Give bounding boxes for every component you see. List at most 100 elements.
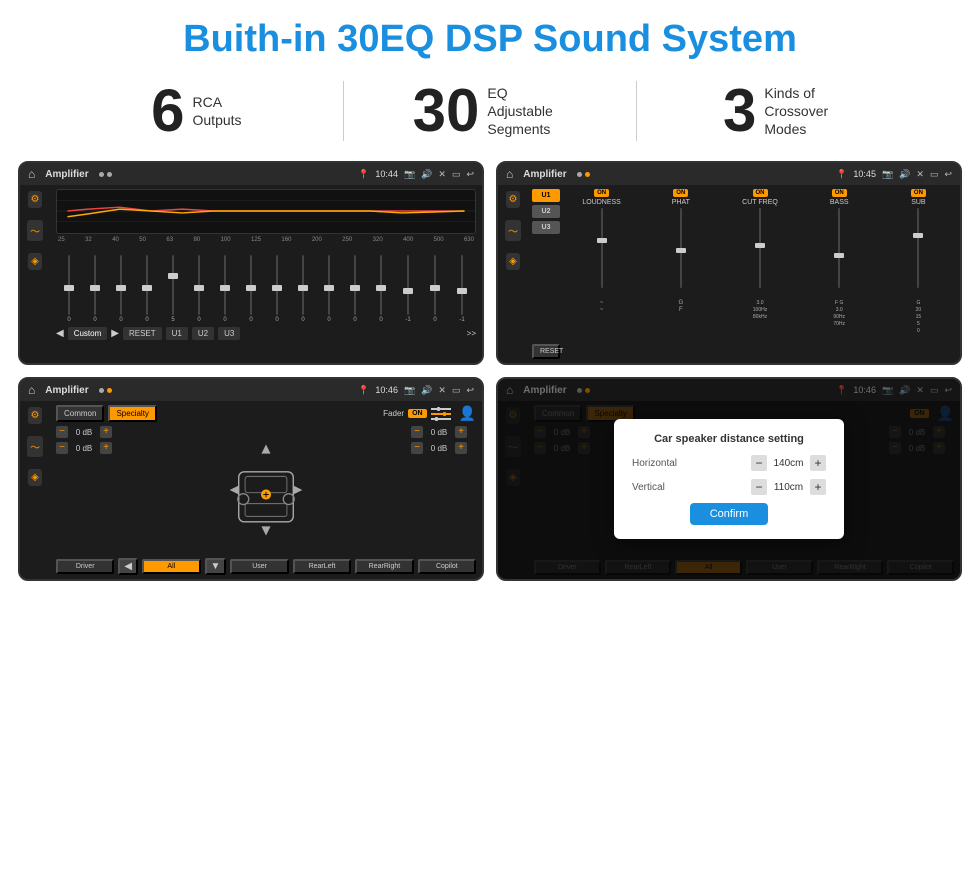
rearleft-btn[interactable]: RearLeft xyxy=(293,559,351,574)
driver-btn[interactable]: Driver xyxy=(56,559,114,574)
sub-on[interactable]: ON xyxy=(911,189,926,197)
copilot-btn[interactable]: Copilot xyxy=(418,559,476,574)
fader-home-icon[interactable]: ⌂ xyxy=(28,383,35,397)
loudness-slider[interactable] xyxy=(601,208,603,298)
fader-tune-icon[interactable]: ⚙ xyxy=(28,407,43,424)
eq-wave-icon[interactable]: 〜 xyxy=(27,220,43,241)
home-icon[interactable]: ⌂ xyxy=(28,167,35,181)
cross-home-icon[interactable]: ⌂ xyxy=(506,167,513,181)
slider-125[interactable]: 0 xyxy=(249,255,252,323)
cross-back-icon[interactable]: ↩ xyxy=(944,169,952,180)
slider-500[interactable]: -1 xyxy=(405,255,410,323)
bass-values: F G 3.0 90Hz 70Hz xyxy=(833,300,845,327)
slider-last[interactable]: -1 xyxy=(459,255,464,323)
horizontal-plus-btn[interactable]: + xyxy=(810,455,826,471)
db3-plus[interactable]: + xyxy=(455,426,467,438)
u3-button[interactable]: U3 xyxy=(532,221,560,234)
cross-volume-icon: 🔊 xyxy=(899,169,910,180)
eq-next-arrow[interactable]: ▶ xyxy=(111,328,119,339)
fader-volume-icon: 🔊 xyxy=(421,385,432,396)
fader-back-icon[interactable]: ↩ xyxy=(466,385,474,396)
db4-plus[interactable]: + xyxy=(455,442,467,454)
phat-on[interactable]: ON xyxy=(673,189,688,197)
fader-middle: − 0 dB + − 0 dB + xyxy=(56,426,476,554)
u2-button[interactable]: U2 xyxy=(532,205,560,218)
eq-tune-icon[interactable]: ⚙ xyxy=(28,191,43,208)
slider-400[interactable]: 0 xyxy=(379,255,382,323)
db1-plus[interactable]: + xyxy=(100,426,112,438)
common-tab[interactable]: Common xyxy=(56,405,104,422)
vertical-plus-btn[interactable]: + xyxy=(810,479,826,495)
loudness-on[interactable]: ON xyxy=(594,189,609,197)
slider-63[interactable]: 5 xyxy=(171,255,174,323)
eq-sliders: 0 0 0 0 5 0 0 0 0 0 0 0 0 -1 0 -1 xyxy=(56,245,476,325)
slider-320[interactable]: 0 xyxy=(353,255,356,323)
rearright-btn[interactable]: RearRight xyxy=(355,559,413,574)
stat-divider-2 xyxy=(636,81,637,141)
fader-top-bar: Common Specialty Fader ON 👤 xyxy=(56,405,476,422)
slider-25[interactable]: 0 xyxy=(67,255,70,323)
stat-divider-1 xyxy=(343,81,344,141)
cross-tune-icon[interactable]: ⚙ xyxy=(506,191,521,208)
cross-speaker-icon[interactable]: ◈ xyxy=(506,253,520,270)
all-btn[interactable]: All xyxy=(142,559,200,574)
cutfreq-slider[interactable] xyxy=(759,208,761,298)
dialog-vertical-row: Vertical − 110cm + xyxy=(632,479,826,495)
fader-on-badge[interactable]: ON xyxy=(408,409,427,418)
vertical-value: 110cm xyxy=(771,482,806,493)
phat-slider[interactable] xyxy=(680,208,682,298)
down-arrow-btn[interactable]: ▼ xyxy=(205,558,227,575)
db2-plus[interactable]: + xyxy=(100,442,112,454)
slider-50[interactable]: 0 xyxy=(145,255,148,323)
eq-u2-btn[interactable]: U2 xyxy=(192,327,214,340)
window-icon: ▭ xyxy=(452,169,461,180)
dialog-vertical-controls: − 110cm + xyxy=(751,479,826,495)
eq-speaker-icon[interactable]: ◈ xyxy=(28,253,42,270)
cross-wave-icon[interactable]: 〜 xyxy=(505,220,521,241)
cutfreq-values: 3.0 100Hz 80kHz xyxy=(753,300,767,320)
horizontal-minus-btn[interactable]: − xyxy=(751,455,767,471)
db2-minus[interactable]: − xyxy=(56,442,68,454)
slider-200[interactable]: 0 xyxy=(301,255,304,323)
eq-prev-arrow[interactable]: ◀ xyxy=(56,328,64,339)
stat-crossover: 3 Kinds ofCrossover Modes xyxy=(647,81,920,141)
bass-slider[interactable] xyxy=(838,208,840,298)
eq-reset-btn[interactable]: RESET xyxy=(123,327,162,340)
left-arrow-btn[interactable]: ◀ xyxy=(118,558,138,575)
slider-250[interactable]: 0 xyxy=(327,255,330,323)
cross-dot2 xyxy=(585,172,590,177)
confirm-button[interactable]: Confirm xyxy=(690,503,769,525)
vertical-minus-btn[interactable]: − xyxy=(751,479,767,495)
stat-number-eq: 30 xyxy=(413,81,480,141)
slider-80[interactable]: 0 xyxy=(197,255,200,323)
slider-160[interactable]: 0 xyxy=(275,255,278,323)
crossover-left-panel: ⚙ 〜 ◈ xyxy=(498,185,528,363)
user-btn[interactable]: User xyxy=(230,559,288,574)
cutfreq-on[interactable]: ON xyxy=(753,189,768,197)
crossover-main-area: U1 U2 U3 RESET ON LOUDNESS ~~ xyxy=(528,185,960,363)
eq-u3-btn[interactable]: U3 xyxy=(218,327,240,340)
bass-on[interactable]: ON xyxy=(832,189,847,197)
sub-slider[interactable] xyxy=(917,208,919,298)
back-icon[interactable]: ↩ xyxy=(466,169,474,180)
eq-preset-custom[interactable]: Custom xyxy=(68,327,108,340)
slider-32[interactable]: 0 xyxy=(93,255,96,323)
fader-left-panel: ⚙ 〜 ◈ xyxy=(20,401,50,579)
u1-button[interactable]: U1 xyxy=(532,189,560,202)
slider-100[interactable]: 0 xyxy=(223,255,226,323)
db3-minus[interactable]: − xyxy=(411,426,423,438)
fader-speaker-icon[interactable]: ◈ xyxy=(28,469,42,486)
dot1 xyxy=(99,172,104,177)
db4-minus[interactable]: − xyxy=(411,442,423,454)
eq-freq-labels: 25 32 40 50 63 80 100 125 160 200 250 32… xyxy=(56,237,476,243)
cross-reset-btn[interactable]: RESET xyxy=(532,344,560,359)
specialty-tab[interactable]: Specialty xyxy=(108,405,156,422)
fader-wave-icon[interactable]: 〜 xyxy=(27,436,43,457)
cutfreq-label: CUT FREQ xyxy=(742,199,778,206)
car-svg xyxy=(221,440,311,540)
eq-skip-icon[interactable]: >> xyxy=(467,329,476,338)
eq-u1-btn[interactable]: U1 xyxy=(166,327,188,340)
slider-630[interactable]: 0 xyxy=(433,255,436,323)
db1-minus[interactable]: − xyxy=(56,426,68,438)
slider-40[interactable]: 0 xyxy=(119,255,122,323)
